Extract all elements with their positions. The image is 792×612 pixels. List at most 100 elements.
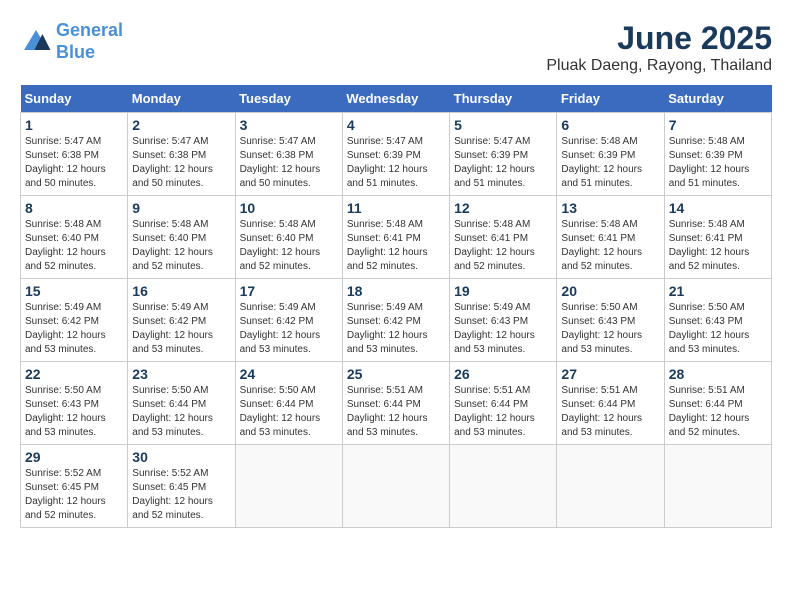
day-number: 14 (669, 200, 767, 216)
day-info: Sunrise: 5:51 AM Sunset: 6:44 PM Dayligh… (561, 384, 659, 440)
calendar-cell: 26 Sunrise: 5:51 AM Sunset: 6:44 PM Dayl… (450, 362, 557, 445)
day-number: 21 (669, 283, 767, 299)
day-number: 18 (347, 283, 445, 299)
calendar-cell: 5 Sunrise: 5:47 AM Sunset: 6:39 PM Dayli… (450, 113, 557, 196)
day-info: Sunrise: 5:52 AM Sunset: 6:45 PM Dayligh… (132, 467, 230, 523)
calendar-cell: 13 Sunrise: 5:48 AM Sunset: 6:41 PM Dayl… (557, 196, 664, 279)
day-number: 2 (132, 117, 230, 133)
calendar-cell: 17 Sunrise: 5:49 AM Sunset: 6:42 PM Dayl… (235, 279, 342, 362)
day-info: Sunrise: 5:48 AM Sunset: 6:41 PM Dayligh… (561, 218, 659, 274)
day-number: 25 (347, 366, 445, 382)
day-info: Sunrise: 5:49 AM Sunset: 6:42 PM Dayligh… (347, 301, 445, 357)
calendar-cell: 3 Sunrise: 5:47 AM Sunset: 6:38 PM Dayli… (235, 113, 342, 196)
day-info: Sunrise: 5:48 AM Sunset: 6:40 PM Dayligh… (132, 218, 230, 274)
calendar-cell: 19 Sunrise: 5:49 AM Sunset: 6:43 PM Dayl… (450, 279, 557, 362)
day-number: 9 (132, 200, 230, 216)
day-number: 7 (669, 117, 767, 133)
calendar-cell: 30 Sunrise: 5:52 AM Sunset: 6:45 PM Dayl… (128, 445, 235, 528)
calendar-cell: 27 Sunrise: 5:51 AM Sunset: 6:44 PM Dayl… (557, 362, 664, 445)
day-info: Sunrise: 5:48 AM Sunset: 6:39 PM Dayligh… (669, 135, 767, 191)
day-info: Sunrise: 5:51 AM Sunset: 6:44 PM Dayligh… (669, 384, 767, 440)
day-info: Sunrise: 5:49 AM Sunset: 6:42 PM Dayligh… (132, 301, 230, 357)
day-info: Sunrise: 5:49 AM Sunset: 6:42 PM Dayligh… (240, 301, 338, 357)
calendar-cell (557, 445, 664, 528)
day-info: Sunrise: 5:50 AM Sunset: 6:43 PM Dayligh… (25, 384, 123, 440)
day-number: 13 (561, 200, 659, 216)
calendar-cell: 25 Sunrise: 5:51 AM Sunset: 6:44 PM Dayl… (342, 362, 449, 445)
day-info: Sunrise: 5:48 AM Sunset: 6:40 PM Dayligh… (240, 218, 338, 274)
header-monday: Monday (128, 85, 235, 113)
day-info: Sunrise: 5:52 AM Sunset: 6:45 PM Dayligh… (25, 467, 123, 523)
calendar-cell: 7 Sunrise: 5:48 AM Sunset: 6:39 PM Dayli… (664, 113, 771, 196)
day-info: Sunrise: 5:50 AM Sunset: 6:43 PM Dayligh… (669, 301, 767, 357)
calendar-cell: 21 Sunrise: 5:50 AM Sunset: 6:43 PM Dayl… (664, 279, 771, 362)
logo: General Blue (20, 20, 123, 63)
month-title: June 2025 (546, 20, 772, 57)
header-tuesday: Tuesday (235, 85, 342, 113)
calendar-cell: 23 Sunrise: 5:50 AM Sunset: 6:44 PM Dayl… (128, 362, 235, 445)
calendar-cell: 2 Sunrise: 5:47 AM Sunset: 6:38 PM Dayli… (128, 113, 235, 196)
day-number: 3 (240, 117, 338, 133)
calendar-cell (235, 445, 342, 528)
day-number: 23 (132, 366, 230, 382)
calendar-cell: 29 Sunrise: 5:52 AM Sunset: 6:45 PM Dayl… (21, 445, 128, 528)
day-info: Sunrise: 5:48 AM Sunset: 6:41 PM Dayligh… (347, 218, 445, 274)
calendar-cell (664, 445, 771, 528)
day-number: 15 (25, 283, 123, 299)
calendar-cell: 14 Sunrise: 5:48 AM Sunset: 6:41 PM Dayl… (664, 196, 771, 279)
calendar-cell: 28 Sunrise: 5:51 AM Sunset: 6:44 PM Dayl… (664, 362, 771, 445)
calendar-week-row: 22 Sunrise: 5:50 AM Sunset: 6:43 PM Dayl… (21, 362, 772, 445)
calendar-cell: 8 Sunrise: 5:48 AM Sunset: 6:40 PM Dayli… (21, 196, 128, 279)
calendar-week-row: 8 Sunrise: 5:48 AM Sunset: 6:40 PM Dayli… (21, 196, 772, 279)
day-number: 16 (132, 283, 230, 299)
day-info: Sunrise: 5:47 AM Sunset: 6:38 PM Dayligh… (240, 135, 338, 191)
day-info: Sunrise: 5:48 AM Sunset: 6:41 PM Dayligh… (669, 218, 767, 274)
day-number: 30 (132, 449, 230, 465)
header-friday: Friday (557, 85, 664, 113)
day-number: 12 (454, 200, 552, 216)
day-number: 26 (454, 366, 552, 382)
day-number: 19 (454, 283, 552, 299)
calendar-cell: 1 Sunrise: 5:47 AM Sunset: 6:38 PM Dayli… (21, 113, 128, 196)
calendar-cell: 9 Sunrise: 5:48 AM Sunset: 6:40 PM Dayli… (128, 196, 235, 279)
day-info: Sunrise: 5:47 AM Sunset: 6:38 PM Dayligh… (25, 135, 123, 191)
calendar-cell: 12 Sunrise: 5:48 AM Sunset: 6:41 PM Dayl… (450, 196, 557, 279)
header-saturday: Saturday (664, 85, 771, 113)
location-title: Pluak Daeng, Rayong, Thailand (546, 57, 772, 75)
day-info: Sunrise: 5:48 AM Sunset: 6:41 PM Dayligh… (454, 218, 552, 274)
day-info: Sunrise: 5:49 AM Sunset: 6:43 PM Dayligh… (454, 301, 552, 357)
day-number: 24 (240, 366, 338, 382)
calendar-cell: 20 Sunrise: 5:50 AM Sunset: 6:43 PM Dayl… (557, 279, 664, 362)
calendar-header-row: SundayMondayTuesdayWednesdayThursdayFrid… (21, 85, 772, 113)
day-info: Sunrise: 5:49 AM Sunset: 6:42 PM Dayligh… (25, 301, 123, 357)
day-number: 4 (347, 117, 445, 133)
calendar-cell: 6 Sunrise: 5:48 AM Sunset: 6:39 PM Dayli… (557, 113, 664, 196)
day-info: Sunrise: 5:50 AM Sunset: 6:43 PM Dayligh… (561, 301, 659, 357)
day-number: 8 (25, 200, 123, 216)
header-thursday: Thursday (450, 85, 557, 113)
day-number: 20 (561, 283, 659, 299)
logo-icon (20, 26, 52, 58)
day-info: Sunrise: 5:51 AM Sunset: 6:44 PM Dayligh… (347, 384, 445, 440)
day-info: Sunrise: 5:51 AM Sunset: 6:44 PM Dayligh… (454, 384, 552, 440)
calendar-cell (450, 445, 557, 528)
calendar-week-row: 15 Sunrise: 5:49 AM Sunset: 6:42 PM Dayl… (21, 279, 772, 362)
day-info: Sunrise: 5:50 AM Sunset: 6:44 PM Dayligh… (240, 384, 338, 440)
day-number: 1 (25, 117, 123, 133)
day-number: 29 (25, 449, 123, 465)
day-number: 11 (347, 200, 445, 216)
logo-text: General Blue (56, 20, 123, 63)
header-sunday: Sunday (21, 85, 128, 113)
day-number: 28 (669, 366, 767, 382)
calendar-week-row: 29 Sunrise: 5:52 AM Sunset: 6:45 PM Dayl… (21, 445, 772, 528)
day-info: Sunrise: 5:47 AM Sunset: 6:38 PM Dayligh… (132, 135, 230, 191)
day-info: Sunrise: 5:47 AM Sunset: 6:39 PM Dayligh… (347, 135, 445, 191)
calendar-week-row: 1 Sunrise: 5:47 AM Sunset: 6:38 PM Dayli… (21, 113, 772, 196)
calendar-cell: 15 Sunrise: 5:49 AM Sunset: 6:42 PM Dayl… (21, 279, 128, 362)
calendar-cell: 24 Sunrise: 5:50 AM Sunset: 6:44 PM Dayl… (235, 362, 342, 445)
day-number: 5 (454, 117, 552, 133)
calendar-cell: 11 Sunrise: 5:48 AM Sunset: 6:41 PM Dayl… (342, 196, 449, 279)
calendar-cell: 10 Sunrise: 5:48 AM Sunset: 6:40 PM Dayl… (235, 196, 342, 279)
day-number: 6 (561, 117, 659, 133)
day-info: Sunrise: 5:48 AM Sunset: 6:39 PM Dayligh… (561, 135, 659, 191)
